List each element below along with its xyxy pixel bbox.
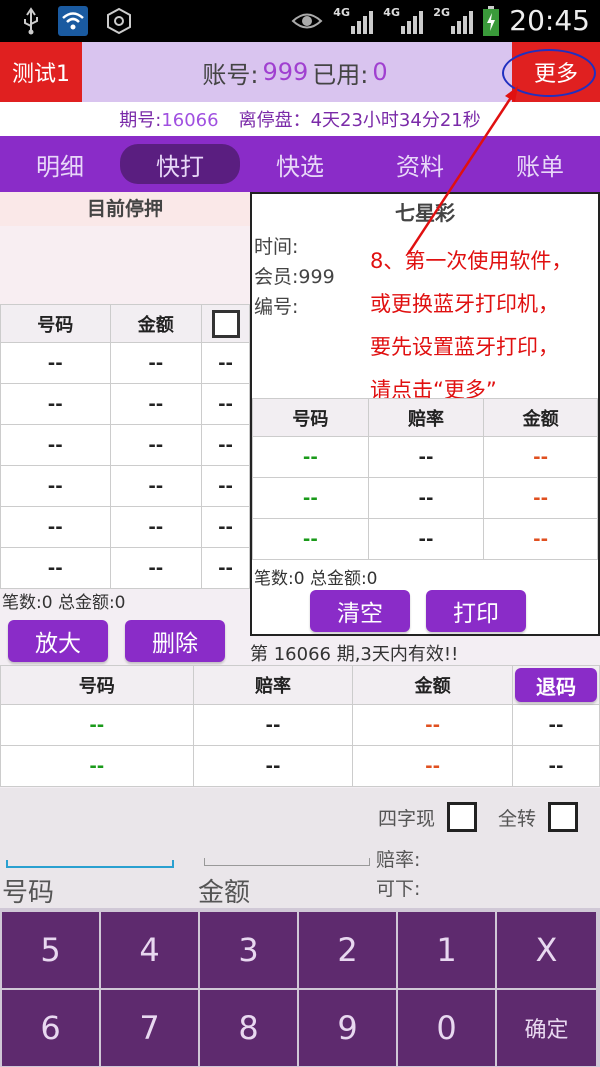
key-9[interactable]: 9 (299, 990, 396, 1066)
wifi-icon (58, 6, 88, 36)
full-turn-checkbox[interactable] (548, 802, 579, 832)
table-row[interactable]: -- -- -- (0, 506, 250, 548)
signal-icon: 2G (433, 6, 474, 34)
key-1[interactable]: 1 (398, 912, 495, 988)
eye-icon (291, 13, 323, 28)
key-2[interactable]: 2 (299, 912, 396, 988)
used-label: 已用: (312, 60, 369, 89)
highlight-ring (502, 49, 596, 97)
tab-detail[interactable]: 明细 (0, 136, 120, 192)
receipt-summary: 笔数:0 总金额:0 (254, 569, 378, 589)
column-header: 号码 (0, 665, 194, 705)
time-label: 时间: (254, 236, 299, 258)
table-row[interactable]: -- -- -- (0, 465, 250, 507)
input-area: 四字现 全转 号码 金额 赔率: 可下: (0, 788, 600, 908)
stop-label: 离停盘： (238, 110, 311, 131)
column-header: 号码 (252, 398, 369, 437)
validity-notice: 第 16066 期,3天内有效!! (250, 644, 459, 665)
code-label: 编号: (254, 296, 299, 318)
key-4[interactable]: 4 (101, 912, 198, 988)
print-button[interactable]: 打印 (426, 590, 526, 632)
tutorial-annotation: 8、第一次使用软件， 或更换蓝牙打印机， 要先设置蓝牙打印， 请点击“更多” (370, 249, 573, 402)
stopped-bets-panel: 目前停押 号码 金额 -- -- -- -- -- -- -- -- -- -- -- -- -… (0, 192, 250, 668)
key-6[interactable]: 6 (2, 990, 99, 1066)
key-5[interactable]: 5 (2, 912, 99, 988)
panel-title: 目前停押 (0, 192, 250, 226)
tab-quick-bet[interactable]: 快打 (120, 136, 240, 192)
delete-button[interactable]: 删除 (125, 620, 225, 662)
column-header: 赔率 (367, 398, 485, 437)
number-label: 号码 (2, 878, 55, 908)
table-row[interactable]: -- -- -- -- (0, 745, 600, 787)
tab-quick-select[interactable]: 快选 (240, 136, 360, 192)
key-8[interactable]: 8 (200, 990, 297, 1066)
column-header: 赔率 (192, 665, 354, 705)
settings-hex-icon (107, 7, 131, 35)
battery-icon (483, 5, 500, 36)
column-header: 号码 (0, 304, 111, 343)
tab-data[interactable]: 资料 (360, 136, 480, 192)
column-header: 金额 (109, 304, 203, 343)
rate-label: 赔率: (376, 849, 421, 871)
table-row: -- -- -- (252, 436, 598, 478)
receipt-panel: 七星彩 时间: 会员:999 编号: 8、第一次使用软件， 或更换蓝牙打印机， … (250, 192, 600, 636)
number-input[interactable] (6, 860, 174, 868)
key-7[interactable]: 7 (101, 990, 198, 1066)
four-digit-checkbox[interactable] (447, 802, 478, 832)
four-digit-label: 四字现 (378, 807, 436, 830)
status-bar: 4G 4G 2G 20:45 (0, 0, 600, 42)
period-value: 16066 (161, 110, 219, 131)
tab-bill[interactable]: 账单 (480, 136, 600, 192)
table-row: -- -- -- (252, 477, 598, 519)
member-label: 会员:999 (254, 266, 335, 288)
key-backspace[interactable]: X (497, 912, 596, 988)
period-label: 期号: (119, 110, 162, 131)
clock: 20:45 (509, 4, 590, 37)
refund-button[interactable]: 退码 (514, 668, 597, 702)
table-row[interactable]: -- -- -- (0, 424, 250, 466)
clear-button[interactable]: 清空 (310, 590, 410, 632)
enlarge-button[interactable]: 放大 (8, 620, 108, 662)
stopped-bets-table: 号码 金额 -- -- -- -- -- -- -- -- -- -- -- -- -- -- --… (0, 304, 250, 589)
column-header: 金额 (352, 665, 513, 705)
used-value: 0 (372, 58, 388, 86)
signal-icon: 4G (333, 6, 374, 34)
stop-countdown: 4天23小时34分21秒 (310, 110, 481, 131)
key-3[interactable]: 3 (200, 912, 297, 988)
amount-input[interactable] (204, 858, 370, 866)
column-header: 金额 (483, 398, 598, 437)
full-turn-label: 全转 (498, 807, 537, 830)
confirm-key[interactable]: 确定 (497, 990, 596, 1066)
bet-table: 号码 赔率 金额 退码 -- -- -- -- -- -- -- -- (0, 665, 600, 787)
account-info: 账号: 999 已用: 0 (82, 42, 512, 102)
can-bet-label: 可下: (376, 878, 421, 900)
select-all-checkbox[interactable] (211, 309, 240, 338)
account-value: 999 (262, 58, 309, 86)
table-row[interactable]: -- -- -- (0, 547, 250, 589)
table-row[interactable]: -- -- -- (0, 383, 250, 425)
amount-label: 金额 (198, 878, 251, 908)
table-row[interactable]: -- -- -- (0, 342, 250, 384)
period-bar: 期号:16066 离停盘：4天23小时34分21秒 (0, 102, 600, 136)
key-0[interactable]: 0 (398, 990, 495, 1066)
numeric-keypad: 5 4 3 2 1 X 6 7 8 9 0 确定 (0, 908, 600, 1067)
account-label: 账号: (202, 60, 259, 89)
usb-icon (24, 7, 38, 35)
lottery-title: 七星彩 (395, 201, 455, 225)
stopped-summary: 笔数:0 总金额:0 (2, 593, 126, 613)
test-button[interactable]: 测试1 (0, 42, 82, 102)
receipt-table: 号码 赔率 金额 -- -- -- -- -- -- -- -- -- (252, 398, 598, 560)
table-row: -- -- -- (252, 518, 598, 560)
table-row[interactable]: -- -- -- -- (0, 704, 600, 746)
signal-icon: 4G (383, 6, 424, 34)
tab-bar: 明细 快打 快选 资料 账单 (0, 136, 600, 192)
